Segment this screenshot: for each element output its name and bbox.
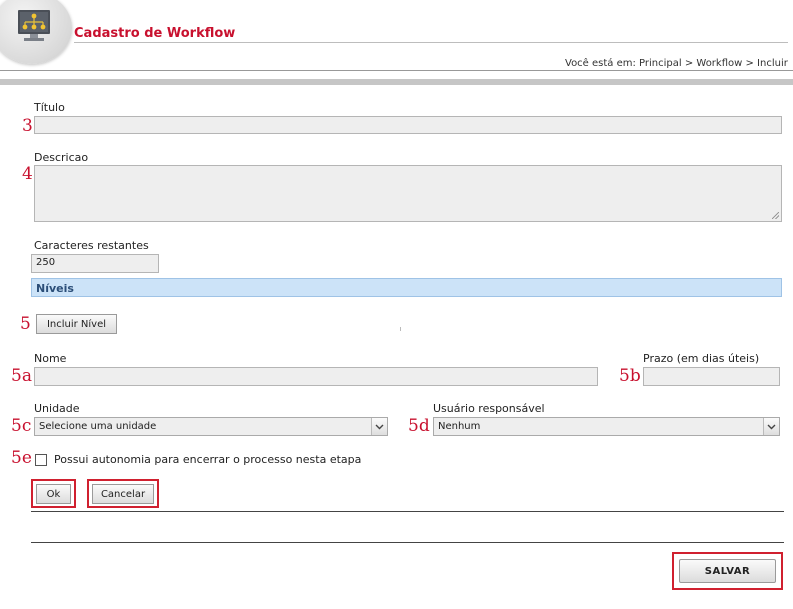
workflow-monitor-icon	[18, 10, 50, 41]
annotation-5d: 5d	[408, 416, 430, 436]
autonomia-label: Possui autonomia para encerrar o process…	[54, 453, 362, 466]
chevron-down-icon	[767, 424, 776, 430]
usuario-selected-value: Nenhum	[438, 421, 481, 432]
separator-2	[31, 542, 784, 543]
resize-grip-icon[interactable]	[772, 212, 779, 219]
breadcrumb: Você está em: Principal > Workflow > Inc…	[565, 58, 788, 69]
title-divider	[74, 42, 788, 43]
titulo-input[interactable]	[34, 116, 782, 134]
cancelar-button[interactable]: Cancelar	[92, 484, 154, 504]
autonomia-checkbox[interactable]	[35, 454, 47, 466]
prazo-label: Prazo (em dias úteis)	[643, 352, 760, 365]
unidade-select[interactable]: Selecione uma unidade	[34, 417, 388, 436]
usuario-label: Usuário responsável	[433, 402, 545, 415]
unidade-selected-value: Selecione uma unidade	[39, 421, 157, 432]
header-band	[0, 79, 793, 85]
chars-remaining-label: Caracteres restantes	[34, 239, 149, 252]
titulo-label: Título	[34, 101, 65, 114]
annotation-5c: 5c	[11, 416, 32, 436]
niveis-section-header: Níveis	[31, 278, 782, 297]
usuario-dropdown-button[interactable]	[763, 418, 779, 435]
nome-label: Nome	[34, 352, 67, 365]
unidade-label: Unidade	[34, 402, 80, 415]
annotation-5: 5	[20, 314, 31, 334]
page-title: Cadastro de Workflow	[74, 26, 236, 41]
unidade-dropdown-button[interactable]	[371, 418, 387, 435]
separator-1	[31, 511, 784, 512]
annotation-5a: 5a	[11, 366, 32, 386]
header-divider	[0, 70, 793, 71]
prazo-input[interactable]	[643, 367, 780, 386]
niveis-section-title: Níveis	[36, 282, 74, 295]
nome-input[interactable]	[34, 367, 598, 386]
annotation-4: 4	[22, 164, 33, 184]
chars-remaining-field: 250	[31, 254, 159, 273]
ok-button[interactable]: Ok	[36, 484, 71, 504]
divider-tick	[400, 327, 401, 331]
descricao-label: Descricao	[34, 151, 89, 164]
descricao-textarea[interactable]	[34, 165, 782, 222]
incluir-nivel-button[interactable]: Incluir Nível	[36, 314, 117, 334]
annotation-3: 3	[22, 116, 33, 136]
annotation-5b: 5b	[619, 366, 641, 386]
annotation-5e: 5e	[11, 448, 32, 468]
usuario-select[interactable]: Nenhum	[433, 417, 780, 436]
chevron-down-icon	[375, 424, 384, 430]
salvar-button[interactable]: SALVAR	[679, 559, 776, 583]
